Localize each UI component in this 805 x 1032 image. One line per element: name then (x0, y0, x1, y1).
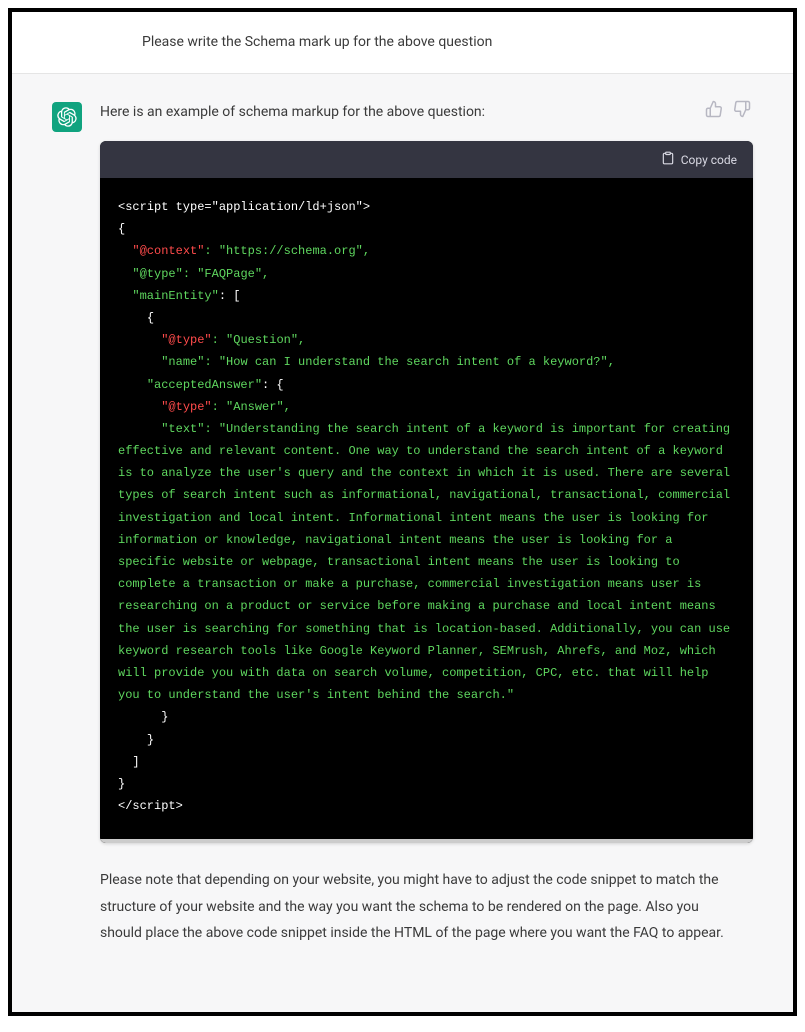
assistant-row: Here is an example of schema markup for … (52, 102, 753, 867)
code-key: "@type" (161, 333, 211, 347)
code-val: : "Question", (212, 333, 306, 347)
code-line: { (147, 311, 154, 325)
code-header: Copy code (100, 141, 753, 178)
code-block: Copy code <script type="application/ld+j… (100, 141, 753, 843)
code-val: : "https://schema.org", (204, 244, 370, 258)
code-val: : "Answer", (212, 400, 291, 414)
code-key: "text" (161, 422, 204, 436)
code-key: "@context" (132, 244, 204, 258)
copy-code-button[interactable]: Copy code (661, 151, 737, 168)
code-val: : "FAQPage", (183, 267, 269, 281)
code-val: : "How can I understand the search inten… (204, 355, 614, 369)
code-val: : "Understanding the search intent of a … (118, 422, 737, 702)
code-val: : { (262, 378, 284, 392)
user-message: Please write the Schema mark up for the … (12, 12, 793, 74)
assistant-intro-text: Here is an example of schema markup for … (100, 102, 753, 123)
user-prompt-text: Please write the Schema mark up for the … (142, 32, 753, 53)
code-key: "mainEntity" (132, 289, 218, 303)
code-key: "name" (161, 355, 204, 369)
code-key: "acceptedAnswer" (147, 378, 262, 392)
code-line: </script> (118, 799, 183, 813)
code-body[interactable]: <script type="application/ld+json"> { "@… (100, 178, 753, 843)
code-line: } (161, 710, 168, 724)
app-frame: Please write the Schema mark up for the … (8, 8, 797, 1016)
thumbs-up-icon[interactable] (705, 100, 723, 118)
thumbs-down-icon[interactable] (733, 100, 751, 118)
assistant-note: Please note that depending on your websi… (52, 867, 753, 947)
assistant-avatar (52, 102, 82, 132)
code-line: <script type="application/ld+json"> (118, 200, 370, 214)
feedback-controls (705, 100, 751, 118)
code-line: { (118, 222, 125, 236)
code-line: } (147, 733, 154, 747)
copy-code-label: Copy code (681, 153, 737, 167)
code-line: } (118, 777, 125, 791)
code-key: "@type" (161, 400, 211, 414)
assistant-message: Here is an example of schema markup for … (12, 74, 793, 1012)
code-val: : [ (219, 289, 241, 303)
code-key: "@type" (132, 267, 182, 281)
code-line: ] (132, 755, 139, 769)
clipboard-icon (661, 151, 675, 168)
assistant-content: Here is an example of schema markup for … (100, 102, 753, 867)
